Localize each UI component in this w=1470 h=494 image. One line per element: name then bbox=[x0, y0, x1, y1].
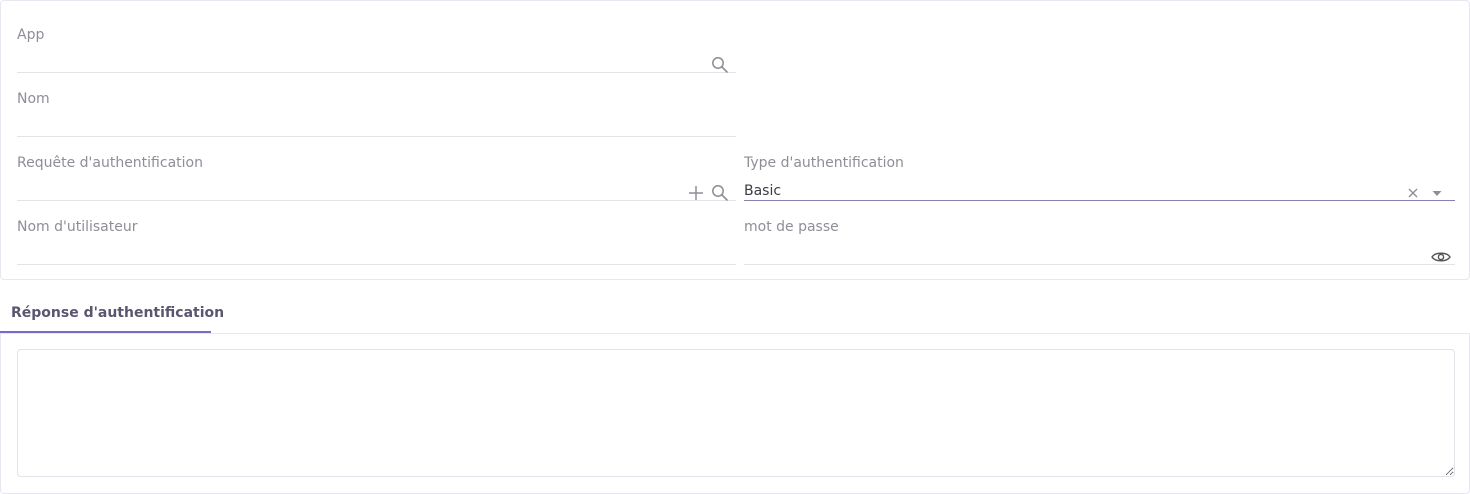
type-auth-label: Type d'authentification bbox=[744, 155, 904, 171]
type-auth-select[interactable]: Type d'authentification Basic bbox=[744, 137, 1455, 201]
auth-form-card: App Nom Requête d'authentification Type … bbox=[0, 0, 1470, 280]
response-textarea[interactable] bbox=[17, 349, 1455, 477]
app-field[interactable]: App bbox=[17, 9, 736, 75]
requete-label: Requête d'authentification bbox=[17, 155, 203, 171]
password-input[interactable] bbox=[744, 244, 1349, 260]
password-field[interactable]: mot de passe bbox=[744, 201, 1455, 265]
nom-input[interactable] bbox=[17, 116, 629, 132]
nom-label: Nom bbox=[17, 91, 50, 107]
tab-bar: Réponse d'authentification bbox=[0, 296, 1470, 334]
nom-field[interactable]: Nom bbox=[17, 73, 736, 137]
app-label: App bbox=[17, 27, 45, 43]
username-field[interactable]: Nom d'utilisateur bbox=[17, 201, 736, 265]
tab-reponse-authentification[interactable]: Réponse d'authentification bbox=[0, 296, 224, 333]
app-input[interactable] bbox=[17, 52, 629, 68]
search-icon[interactable] bbox=[710, 183, 730, 203]
caret-down-icon[interactable] bbox=[1427, 183, 1447, 203]
requete-field[interactable]: Requête d'authentification bbox=[17, 137, 736, 203]
type-auth-value: Basic bbox=[744, 183, 782, 199]
search-icon[interactable] bbox=[710, 55, 730, 75]
requete-input[interactable] bbox=[17, 180, 629, 196]
eye-icon[interactable] bbox=[1431, 247, 1451, 267]
response-panel bbox=[0, 333, 1470, 494]
password-label: mot de passe bbox=[744, 219, 839, 235]
close-icon[interactable] bbox=[1403, 183, 1423, 203]
plus-icon[interactable] bbox=[686, 183, 706, 203]
username-label: Nom d'utilisateur bbox=[17, 219, 138, 235]
username-input[interactable] bbox=[17, 244, 629, 260]
